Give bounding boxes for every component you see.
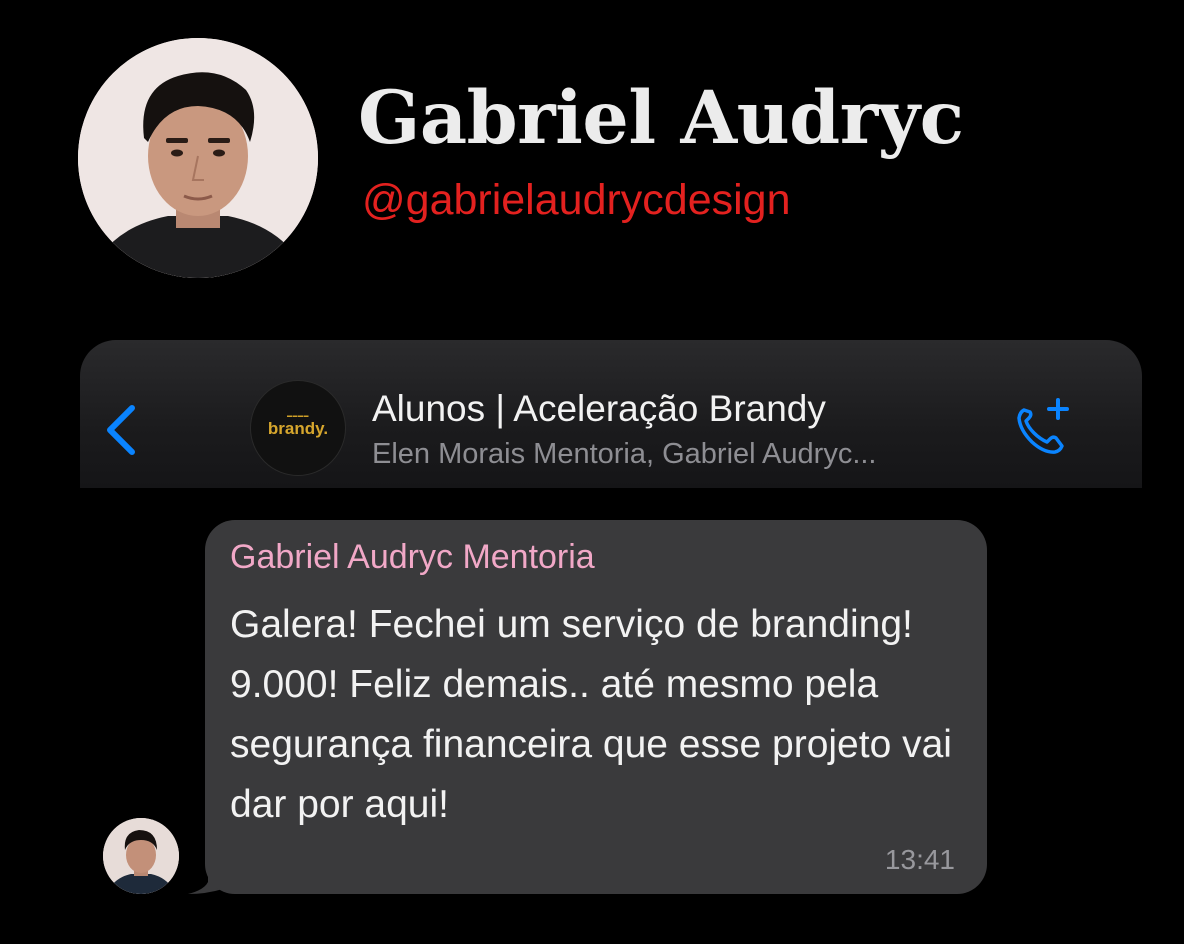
chevron-left-icon xyxy=(107,405,135,455)
person-photo-icon xyxy=(103,818,179,894)
message-sender[interactable]: Gabriel Audryc Mentoria xyxy=(230,538,595,577)
profile-name: Gabriel Audryc xyxy=(358,75,964,161)
group-avatar-logo: brandy. xyxy=(267,419,329,438)
chat-header: ▬▬▬▬ brandy. Alunos | Aceleração Brandy … xyxy=(80,340,1142,488)
group-title[interactable]: Alunos | Aceleração Brandy xyxy=(372,388,826,430)
group-avatar[interactable]: ▬▬▬▬ brandy. xyxy=(250,380,346,476)
sender-avatar[interactable] xyxy=(103,818,179,894)
add-call-button[interactable] xyxy=(1010,396,1074,460)
group-members[interactable]: Elen Morais Mentoria, Gabriel Audryc... xyxy=(372,438,876,471)
phone-plus-icon xyxy=(1017,398,1069,454)
message-bubble[interactable]: Gabriel Audryc Mentoria Galera! Fechei u… xyxy=(205,520,987,894)
profile-avatar xyxy=(78,38,318,278)
message-time: 13:41 xyxy=(884,844,955,875)
profile-handle[interactable]: @gabrielaudrycdesign xyxy=(362,176,791,225)
back-button[interactable] xyxy=(102,402,142,458)
message-text: Galera! Fechei um serviço de branding! 9… xyxy=(230,603,952,826)
person-photo-icon xyxy=(78,38,318,278)
